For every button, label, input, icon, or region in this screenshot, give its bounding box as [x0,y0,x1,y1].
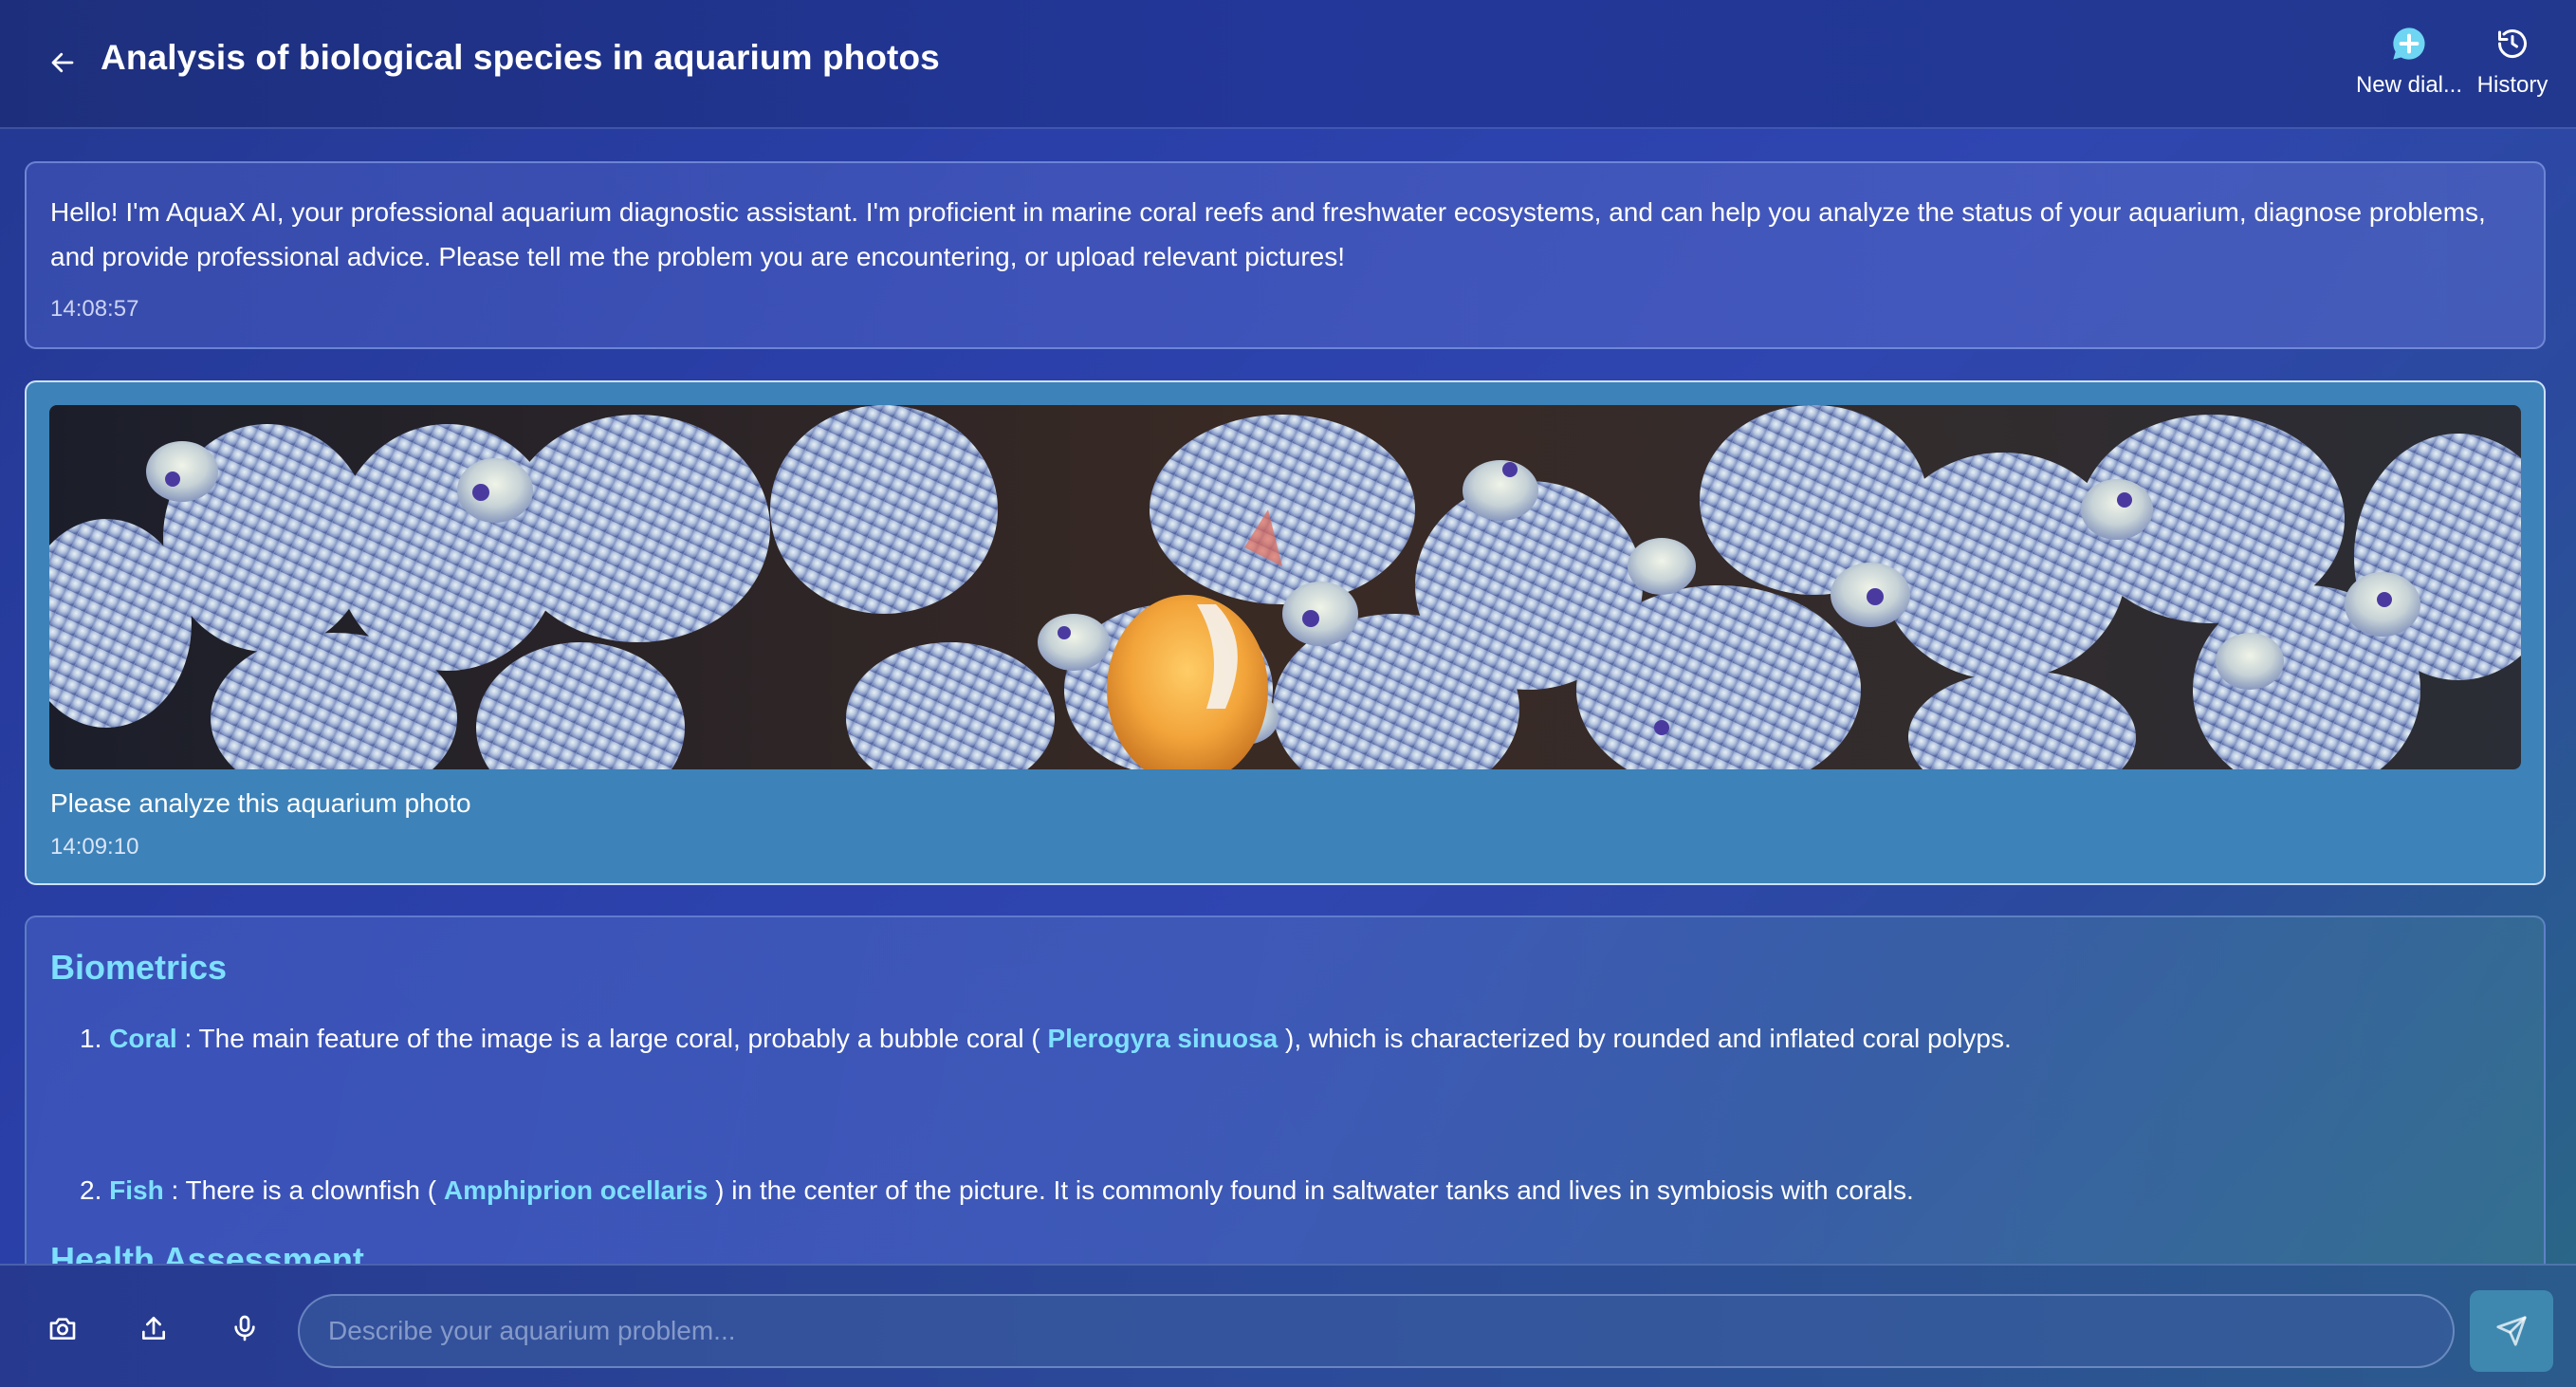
app-header: Analysis of biological species in aquari… [0,0,2576,129]
history-label: History [2476,72,2548,98]
message-timestamp: 14:09:10 [50,834,139,860]
new-dialog-button[interactable]: New dial... [2350,25,2468,99]
message-text: Hello! I'm AquaX AI, your professional a… [50,197,2486,271]
chat-input-bar [0,1264,2576,1387]
list-item: 1. Coral : The main feature of the image… [80,1024,2012,1054]
species-category: Coral [109,1024,177,1053]
assistant-welcome-message: Hello! I'm AquaX AI, your professional a… [25,161,2546,349]
user-photo-message: Please analyze this aquarium photo 14:09… [25,380,2546,885]
item-text: : The main feature of the image is a lar… [176,1024,1048,1053]
species-name: Amphiprion ocellaris [443,1175,708,1205]
send-button[interactable] [2470,1290,2553,1372]
list-item: 2. Fish : There is a clownfish ( Amphipr… [80,1175,1914,1206]
item-text: : There is a clownfish ( [163,1175,444,1205]
aquarium-photo[interactable] [49,405,2521,769]
upload-icon [142,1317,165,1340]
page-title: Analysis of biological species in aquari… [101,38,940,77]
send-icon [2496,1316,2527,1346]
history-button[interactable]: History [2470,25,2555,99]
item-text: ) in the center of the picture. It is co… [708,1175,1914,1205]
biometrics-heading: Biometrics [50,948,228,987]
camera-button[interactable] [42,1307,83,1349]
microphone-icon [234,1315,255,1341]
species-name: Plerogyra sinuosa [1047,1024,1279,1053]
camera-icon [49,1318,76,1340]
new-dialog-label: New dial... [2355,72,2463,98]
chat-message-input[interactable] [298,1294,2455,1368]
history-clock-icon [2498,29,2527,59]
microphone-button[interactable] [224,1307,266,1349]
species-category: Fish [109,1175,164,1205]
list-number: 2. [80,1175,102,1205]
arrow-left-icon [51,52,74,73]
chat-plus-icon [2393,28,2425,60]
list-number: 1. [80,1024,102,1053]
message-text: Please analyze this aquarium photo [50,788,471,818]
upload-button[interactable] [133,1307,175,1349]
assistant-analysis-message: Biometrics 1. Coral : The main feature o… [25,915,2546,1295]
item-text: ), which is characterized by rounded and… [1278,1024,2012,1053]
message-timestamp: 14:08:57 [50,296,139,322]
back-button[interactable] [42,42,83,83]
